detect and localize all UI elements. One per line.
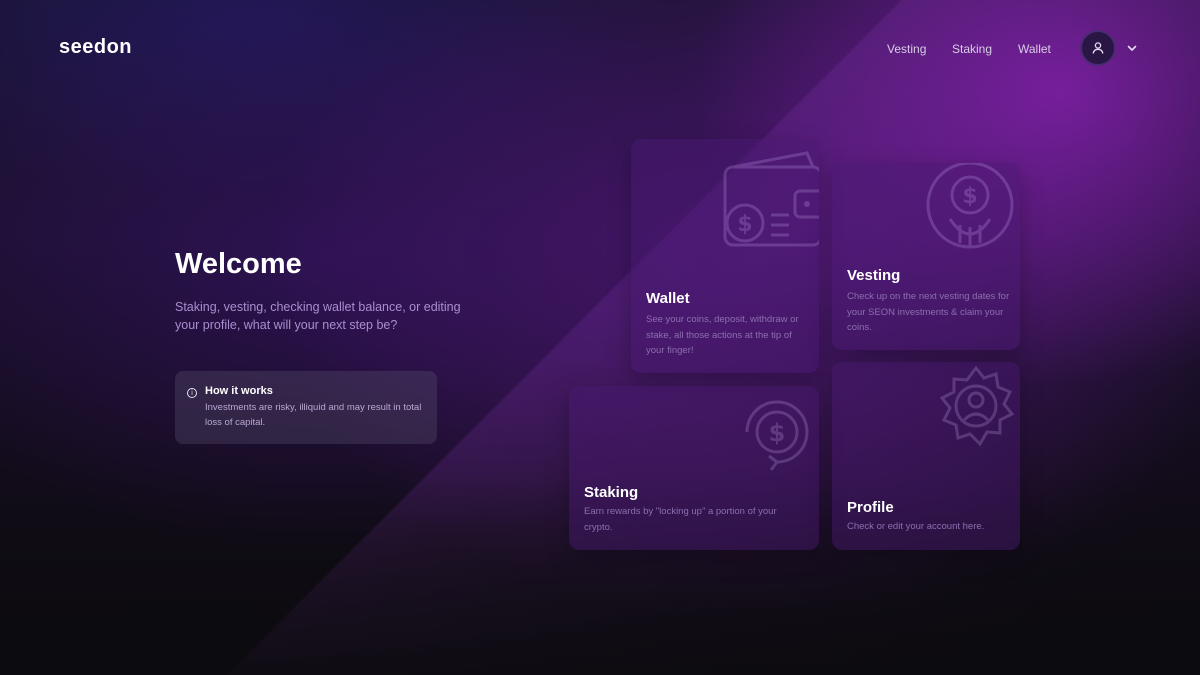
nav-vesting[interactable]: Vesting <box>887 42 926 56</box>
wallet-icon: $ <box>723 151 819 247</box>
nav-staking[interactable]: Staking <box>952 42 992 56</box>
wallet-card[interactable]: $ Wallet See your coins, deposit, withdr… <box>631 139 819 373</box>
staking-card-description: Earn rewards by "locking up" a portion o… <box>584 506 777 533</box>
vesting-card[interactable]: $ Vesting Check up on the next vesting d… <box>832 163 1020 350</box>
profile-card-description: Check or edit your account here. <box>847 521 985 532</box>
page-subtitle: Staking, vesting, checking wallet balanc… <box>175 300 461 332</box>
profile-card-title: Profile <box>847 499 894 516</box>
staking-icon: $ <box>745 400 809 471</box>
info-title: How it works <box>205 385 273 397</box>
chevron-down-icon <box>1127 45 1137 51</box>
page-title: Welcome <box>175 248 302 280</box>
staking-card[interactable]: $ Staking Earn rewards by "locking up" a… <box>569 386 819 550</box>
account-dropdown[interactable] <box>1124 40 1140 56</box>
vesting-icon: $ <box>926 163 1014 249</box>
nav-wallet[interactable]: Wallet <box>1018 42 1051 56</box>
how-it-works-box: i How it works Investments are risky, il… <box>175 371 437 444</box>
svg-text:$: $ <box>769 419 786 447</box>
wallet-card-description: See your coins, deposit, withdraw or sta… <box>646 314 799 356</box>
avatar-button[interactable] <box>1080 30 1116 66</box>
profile-card[interactable]: Profile Check or edit your account here. <box>832 362 1020 550</box>
logo[interactable]: seedon <box>59 36 132 59</box>
staking-card-title: Staking <box>584 484 639 501</box>
vesting-card-title: Vesting <box>847 267 901 284</box>
wallet-card-title: Wallet <box>646 290 690 307</box>
user-icon <box>1092 42 1104 54</box>
profile-icon <box>939 365 1015 447</box>
vesting-card-description: Check up on the next vesting dates for y… <box>847 291 1010 333</box>
info-text: Investments are risky, illiquid and may … <box>205 402 422 428</box>
logo-text: seedon <box>59 36 133 58</box>
info-icon: i <box>187 388 197 398</box>
svg-text:$: $ <box>737 212 752 237</box>
svg-text:$: $ <box>962 184 977 209</box>
